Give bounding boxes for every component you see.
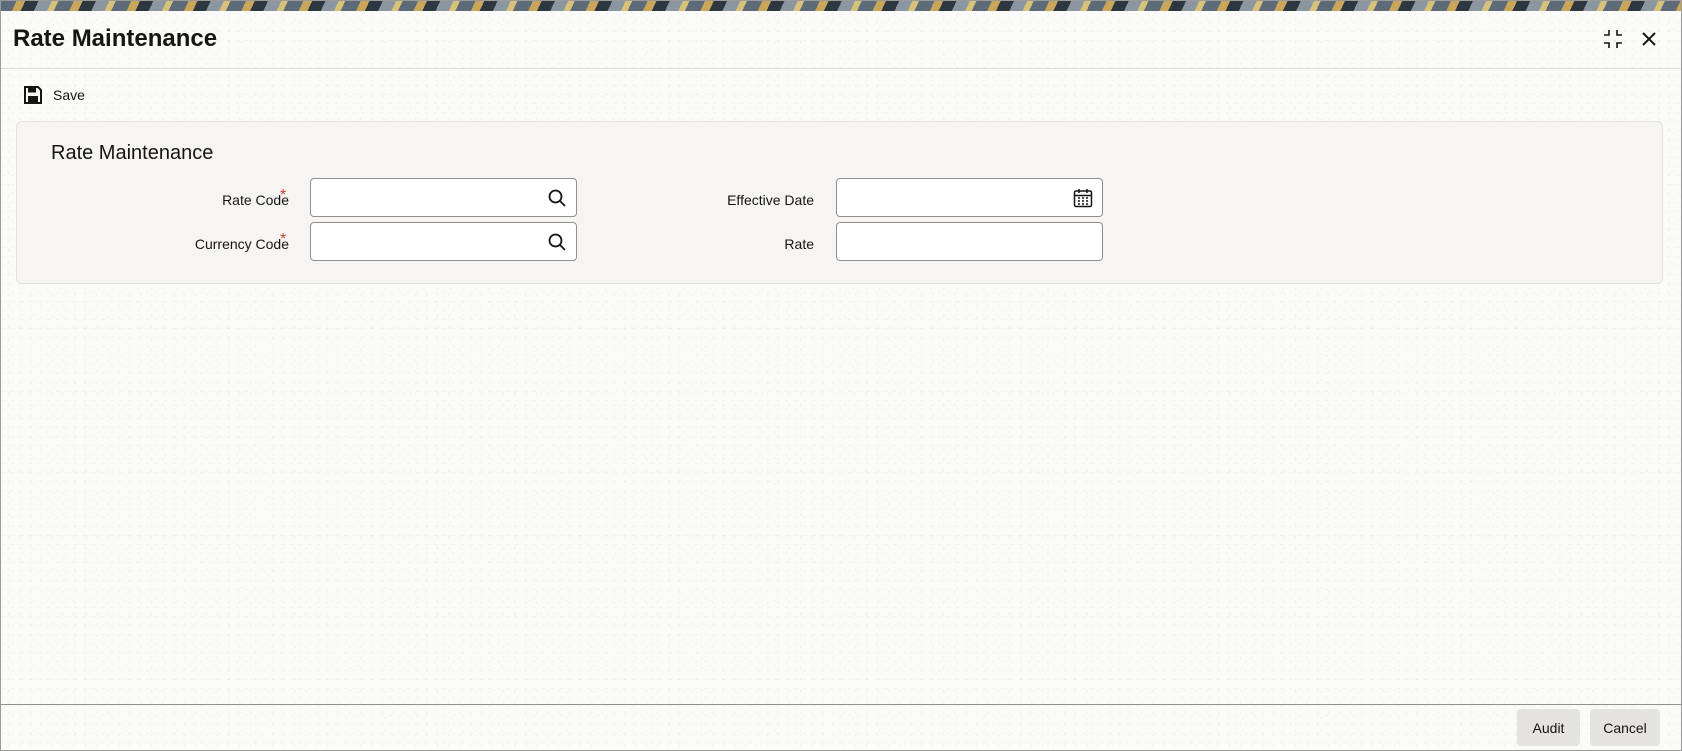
rate-label: Rate [784,236,814,252]
rate-maintenance-panel: Rate Maintenance Rate Code * Currency Co… [16,121,1663,284]
rate-code-field-box [310,178,577,217]
rate-code-required-mark: * [280,187,287,204]
effective-date-input[interactable] [837,179,1102,216]
rate-field-box [836,222,1103,261]
rate-code-search-button[interactable] [546,187,568,209]
maximize-icon [1604,30,1622,48]
save-label: Save [53,87,85,103]
currency-code-label: Currency Code [194,236,289,252]
maximize-button[interactable] [1599,25,1627,53]
effective-date-field-box [836,178,1103,217]
currency-code-required-mark: * [280,231,287,248]
currency-code-search-button[interactable] [546,231,568,253]
audit-button[interactable]: Audit [1517,709,1580,746]
save-button[interactable]: Save [23,81,85,109]
top-banner [1,1,1681,11]
rate-code-label: Rate Code [222,192,289,208]
search-icon [548,233,566,251]
title-bar: Rate Maintenance [1,11,1681,69]
page-title: Rate Maintenance [13,25,218,52]
effective-date-calendar-button[interactable] [1072,187,1094,209]
footer-bar: Audit Cancel [1,704,1681,750]
section-title: Rate Maintenance [51,142,214,164]
effective-date-label: Effective Date [727,192,814,208]
rate-input[interactable] [837,223,1102,260]
cancel-button[interactable]: Cancel [1590,709,1660,746]
search-icon [548,189,566,207]
currency-code-input[interactable] [311,223,576,260]
close-icon [1642,32,1656,46]
calendar-icon [1073,189,1093,208]
rate-maintenance-window: Rate Maintenance Save Rate Maintenance R… [0,0,1682,751]
rate-code-input[interactable] [311,179,576,216]
floppy-disk-icon [24,86,42,104]
currency-code-field-box [310,222,577,261]
close-button[interactable] [1635,25,1663,53]
